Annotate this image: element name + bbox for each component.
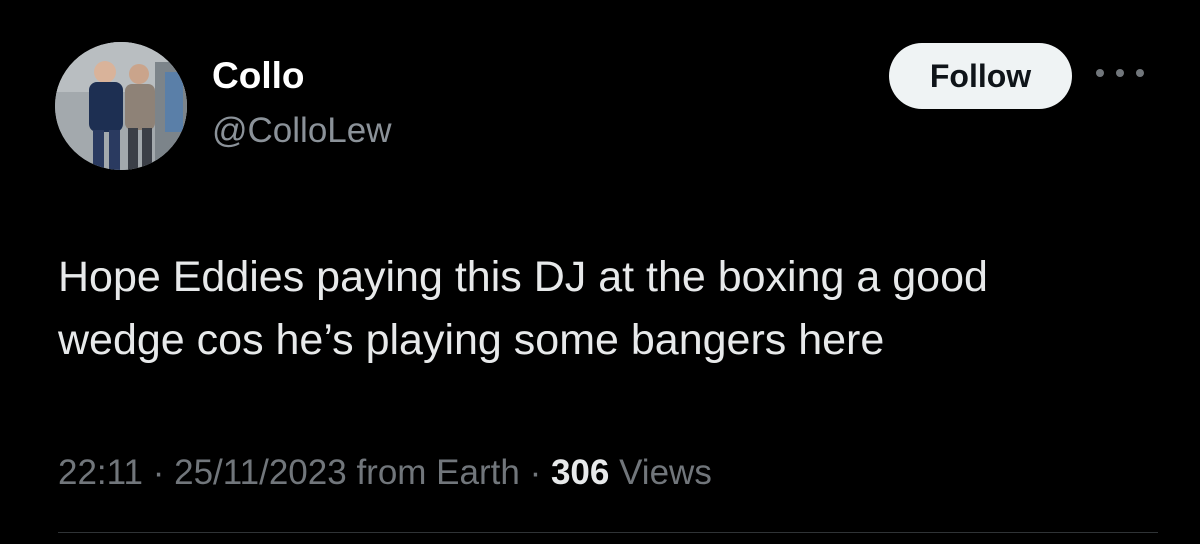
more-horizontal-icon[interactable] [1096,62,1144,84]
user-handle[interactable]: @ColloLew [212,110,392,152]
dot-icon [1136,69,1144,77]
tweet-text-line: wedge cos he’s playing some bangers here [58,316,885,364]
follow-button[interactable]: Follow [889,43,1072,109]
avatar-photo [55,42,187,170]
avatar[interactable] [55,42,187,170]
tweet-time[interactable]: 22:11 [58,453,143,492]
dot-icon [1096,69,1104,77]
display-name[interactable]: Collo [212,54,304,98]
dot-icon [1116,69,1124,77]
tweet-source: from Earth [356,453,520,492]
divider [58,532,1158,533]
tweet-text: Hope Eddies paying this DJ at the boxing… [58,246,1168,372]
tweet-text-line: Hope Eddies paying this DJ at the boxing… [58,253,988,301]
tweet-date[interactable]: 25/11/2023 [174,453,347,492]
meta-separator: · [529,453,542,492]
views-label[interactable]: Views [619,453,712,492]
tweet-meta: 22:11 · 25/11/2023 from Earth · 306 View… [58,449,712,497]
views-count[interactable]: 306 [551,453,609,492]
tweet-card: Collo @ColloLew Follow Hope Eddies payin… [0,0,1200,544]
meta-separator: · [152,453,165,492]
